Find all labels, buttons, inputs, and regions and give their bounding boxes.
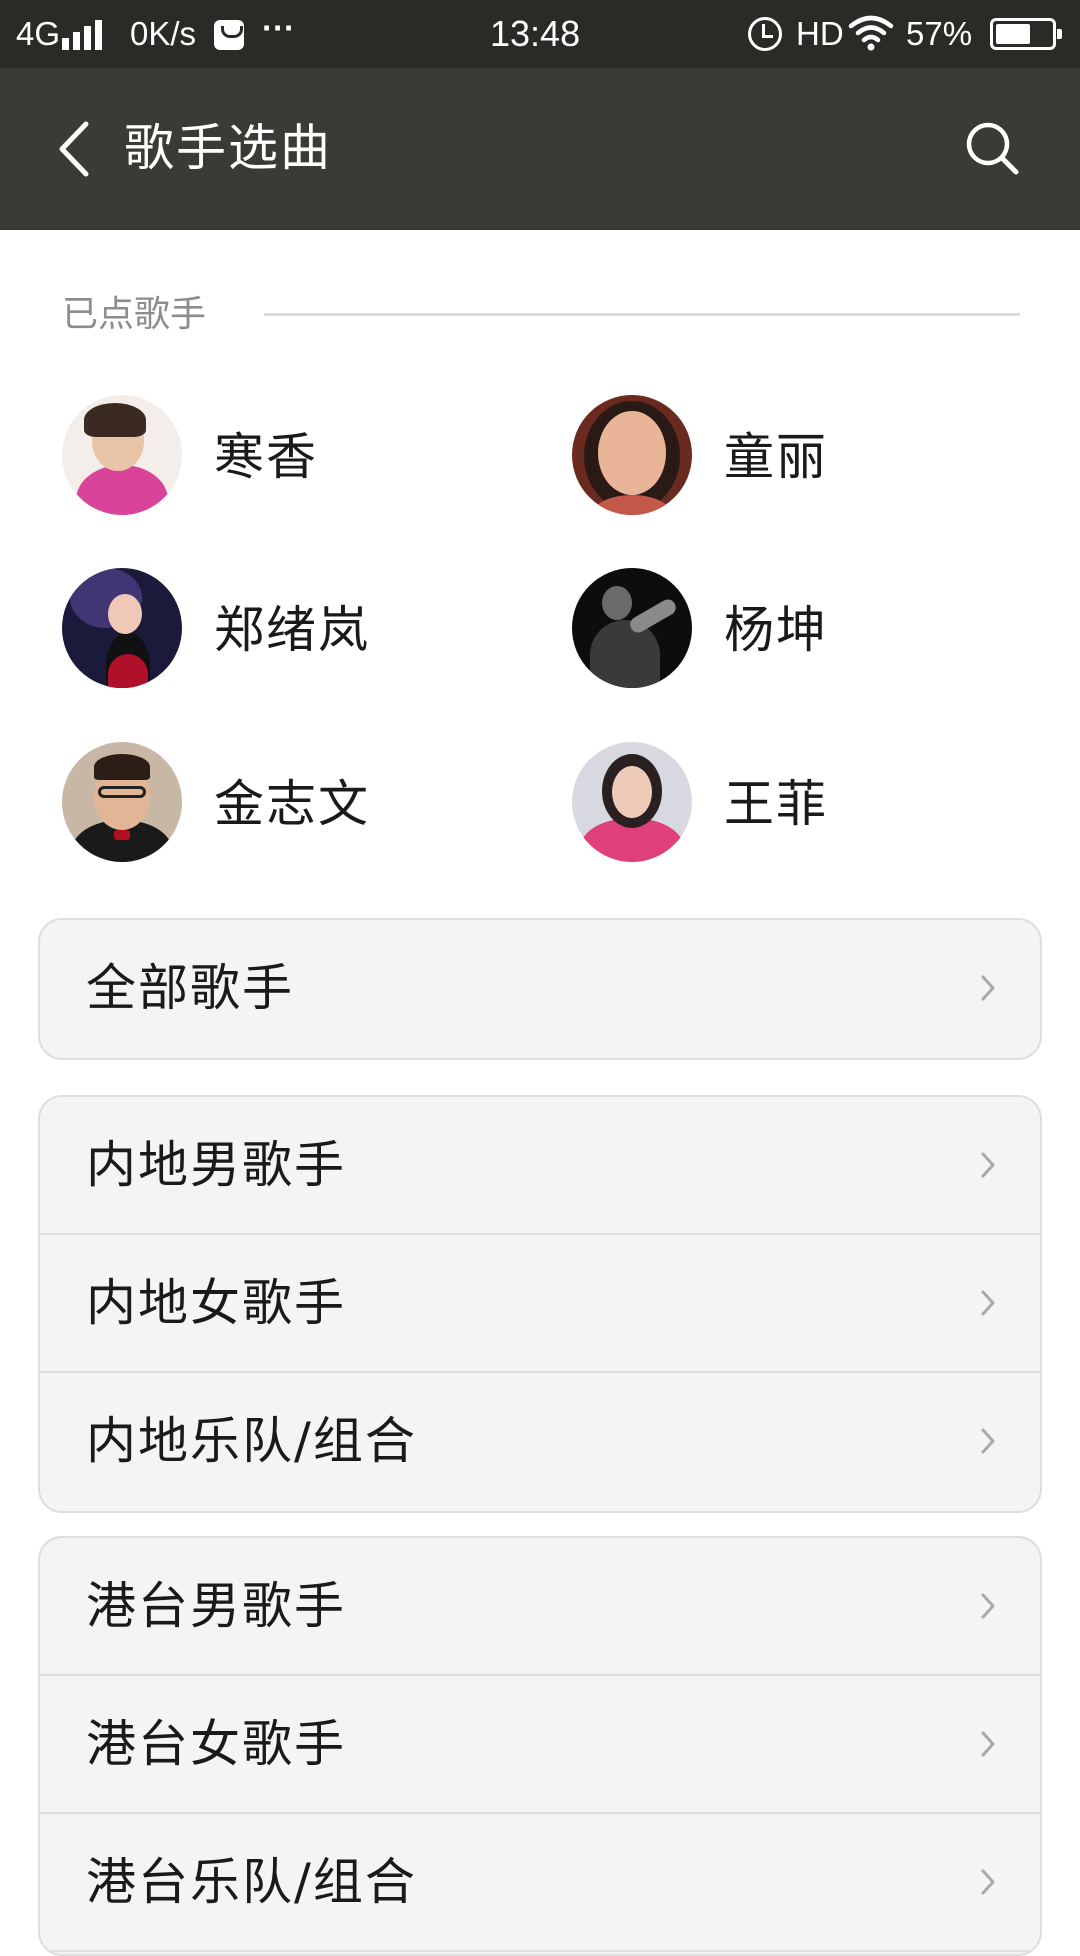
menu-item-mainland-female[interactable]: 内地女歌手: [40, 1235, 1040, 1373]
more-notifications: ···: [262, 9, 295, 46]
chevron-right-icon: [981, 975, 995, 1001]
chevron-right-icon: [981, 1290, 995, 1316]
chevron-right-icon: [981, 1152, 995, 1178]
menu-group-hktw: 港台男歌手 港台女歌手 港台乐队/组合: [38, 1536, 1042, 1956]
app-header: 歌手选曲: [0, 68, 1080, 230]
battery-percent: 57%: [906, 15, 973, 52]
section-divider: [264, 313, 1020, 316]
hd-indicator: HD: [796, 15, 844, 52]
chevron-left-icon: [59, 121, 89, 177]
singer-name: 杨坤: [724, 601, 828, 659]
status-bar: 4G 0K/s ··· 13:48 HD 57%: [0, 0, 1080, 68]
network-type: 4G: [16, 15, 61, 52]
menu-item-label: 港台男歌手: [86, 1577, 346, 1635]
back-button[interactable]: [40, 110, 110, 188]
search-button[interactable]: [952, 108, 1032, 188]
search-icon: [966, 122, 1019, 175]
menu-item-label: 内地女歌手: [86, 1274, 346, 1332]
singer-item[interactable]: 金志文: [62, 742, 512, 866]
chevron-right-icon: [981, 1869, 995, 1895]
wifi-icon: [848, 15, 894, 51]
singer-item[interactable]: 郑绪岚: [62, 568, 512, 692]
chevron-right-icon: [981, 1593, 995, 1619]
menu-item-label: 港台乐队/组合: [86, 1853, 417, 1911]
avatar: [572, 568, 692, 688]
avatar: [572, 742, 692, 862]
avatar: [62, 742, 182, 862]
menu-item-label: 全部歌手: [86, 959, 294, 1017]
menu-group-mainland: 内地男歌手 内地女歌手 内地乐队/组合: [38, 1095, 1042, 1513]
recent-singers-header: 已点歌手: [62, 290, 1020, 340]
menu-item-label: 内地男歌手: [86, 1136, 346, 1194]
network-speed: 0K/s: [130, 15, 197, 52]
menu-item-label: 内地乐队/组合: [86, 1412, 417, 1470]
menu-item-hktw-male[interactable]: 港台男歌手: [40, 1538, 1040, 1676]
alarm-icon: [748, 17, 782, 51]
menu-item-label: 港台女歌手: [86, 1715, 346, 1773]
singer-name: 王菲: [724, 775, 828, 833]
singer-item[interactable]: 寒香: [62, 395, 512, 519]
chevron-right-icon: [981, 1428, 995, 1454]
menu-item-mainland-band[interactable]: 内地乐队/组合: [40, 1373, 1040, 1511]
menu-item-hktw-band[interactable]: 港台乐队/组合: [40, 1814, 1040, 1952]
singer-name: 金志文: [214, 775, 370, 833]
section-label: 已点歌手: [62, 294, 207, 335]
shopping-bag-icon: [214, 20, 244, 50]
page-title: 歌手选曲: [124, 119, 332, 177]
avatar: [62, 568, 182, 688]
avatar: [572, 395, 692, 515]
menu-group-all: 全部歌手: [38, 918, 1042, 1060]
clock: 13:48: [490, 13, 581, 54]
singer-item[interactable]: 王菲: [572, 742, 1022, 866]
menu-item-hktw-female[interactable]: 港台女歌手: [40, 1676, 1040, 1814]
singer-item[interactable]: 杨坤: [572, 568, 1022, 692]
singer-name: 童丽: [724, 428, 828, 486]
battery-icon: [990, 18, 1062, 50]
singer-name: 寒香: [214, 428, 318, 486]
menu-item-all-singers[interactable]: 全部歌手: [40, 920, 1040, 1058]
singer-name: 郑绪岚: [214, 601, 370, 659]
avatar: [62, 395, 182, 515]
menu-item-mainland-male[interactable]: 内地男歌手: [40, 1097, 1040, 1235]
singer-item[interactable]: 童丽: [572, 395, 1022, 519]
signal-icon: [62, 20, 106, 50]
chevron-right-icon: [981, 1731, 995, 1757]
